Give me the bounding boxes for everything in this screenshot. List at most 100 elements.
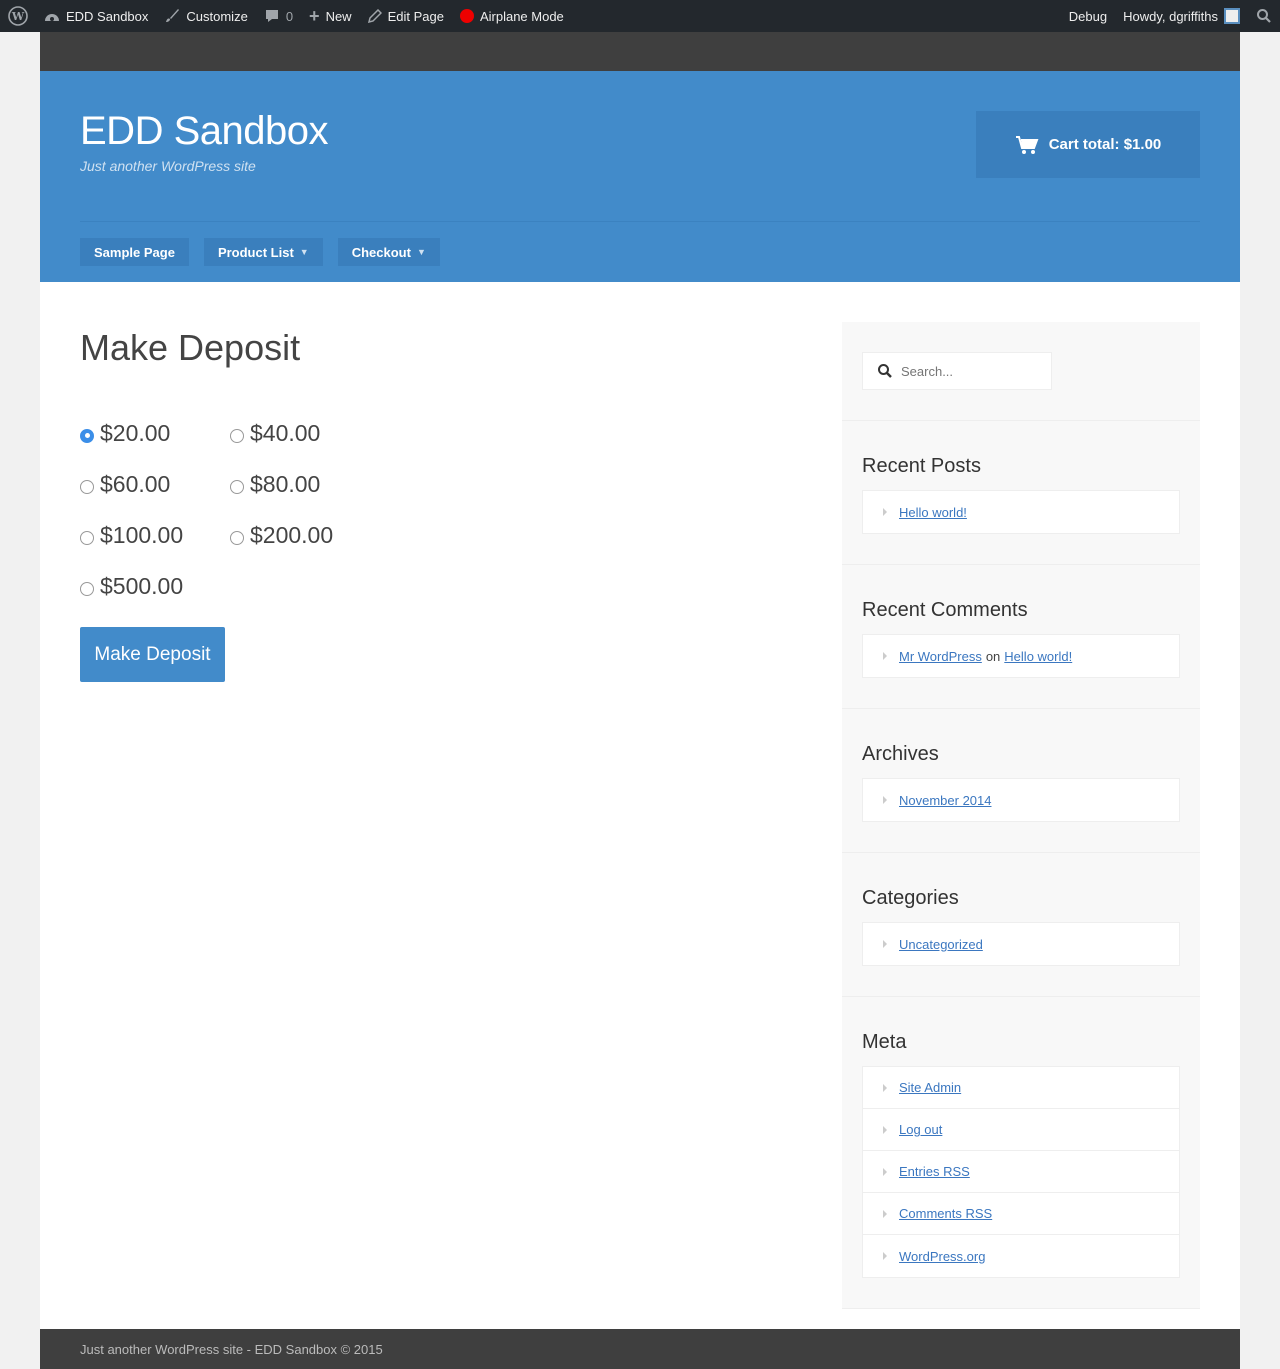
debug-button[interactable]: Debug — [1061, 0, 1115, 32]
widget-title: Meta — [862, 1031, 907, 1053]
customize-button[interactable]: Customize — [156, 0, 255, 32]
bullet-icon — [883, 1083, 887, 1092]
list-item: November 2014 — [863, 779, 1179, 821]
amount-option[interactable]: $60.00 — [80, 470, 230, 499]
archive-link[interactable]: November 2014 — [899, 793, 992, 808]
cart-icon — [1015, 135, 1039, 154]
new-label: New — [325, 8, 352, 24]
comments-rss-link[interactable]: Comments RSS — [899, 1206, 992, 1221]
list-item: Site Admin — [863, 1067, 1179, 1109]
amount-option[interactable]: $100.00 — [80, 521, 230, 550]
amount-radio[interactable] — [80, 479, 94, 494]
search-widget — [842, 322, 1200, 421]
amount-radio[interactable] — [230, 530, 244, 545]
header-divider — [80, 221, 1200, 222]
amount-label: $20.00 — [100, 420, 171, 446]
main-navigation: Sample Page Product List ▼ Checkout ▼ — [80, 238, 440, 266]
amount-radio[interactable] — [80, 428, 94, 443]
widget-title: Categories — [862, 887, 959, 909]
comment-icon — [264, 8, 280, 24]
amount-label: $80.00 — [250, 471, 321, 497]
pencil-icon — [367, 9, 382, 23]
nav-checkout[interactable]: Checkout ▼ — [337, 238, 440, 266]
search-icon — [1257, 9, 1271, 23]
site-title[interactable]: EDD Sandbox — [80, 109, 328, 154]
bullet-icon — [883, 652, 887, 660]
wordpress-icon: W — [8, 6, 28, 26]
recent-posts-list: Hello world! — [862, 490, 1180, 534]
howdy-label: Howdy, dgriffiths — [1123, 8, 1218, 24]
search-icon — [878, 364, 892, 378]
meta-widget: Meta Site Admin Log out Entries RSS Comm… — [842, 997, 1200, 1309]
nav-product-list[interactable]: Product List ▼ — [203, 238, 323, 266]
comments-button[interactable]: 0 — [256, 0, 301, 32]
page: EDD Sandbox Just another WordPress site … — [40, 32, 1240, 1369]
amount-radio[interactable] — [230, 428, 244, 443]
admin-search-button[interactable] — [1248, 0, 1280, 32]
amount-option[interactable]: $40.00 — [230, 419, 380, 448]
make-deposit-button[interactable]: Make Deposit — [80, 627, 225, 682]
airplane-mode-button[interactable]: Airplane Mode — [452, 0, 572, 32]
site-header: EDD Sandbox Just another WordPress site … — [40, 71, 1240, 282]
wordpress-logo-button[interactable]: W — [0, 0, 36, 32]
cart-total-button[interactable]: Cart total: $1.00 — [976, 111, 1200, 178]
log-out-link[interactable]: Log out — [899, 1122, 942, 1137]
entries-rss-link[interactable]: Entries RSS — [899, 1164, 970, 1179]
bullet-icon — [883, 796, 887, 804]
comment-count: 0 — [285, 8, 294, 24]
comment-author-link[interactable]: Mr WordPress — [899, 649, 982, 664]
wordpress-org-link[interactable]: WordPress.org — [899, 1249, 985, 1264]
search-box[interactable] — [862, 352, 1052, 390]
amount-radio[interactable] — [230, 479, 244, 494]
list-item: Entries RSS — [863, 1151, 1179, 1193]
airplane-mode-label: Airplane Mode — [479, 8, 564, 24]
cart-total-label: Cart total: $1.00 — [1048, 136, 1162, 153]
site-name: EDD Sandbox — [66, 8, 149, 24]
amount-option[interactable]: $80.00 — [230, 470, 380, 499]
amount-option[interactable]: $500.00 — [80, 572, 230, 601]
caret-down-icon: ▼ — [416, 247, 426, 257]
search-input[interactable] — [901, 363, 1041, 379]
amount-label: $500.00 — [100, 573, 184, 599]
meta-list: Site Admin Log out Entries RSS Comments … — [862, 1066, 1180, 1278]
recent-posts-widget: Recent Posts Hello world! — [842, 421, 1200, 565]
category-link[interactable]: Uncategorized — [899, 937, 983, 952]
widget-title: Recent Posts — [862, 455, 981, 477]
nav-label: Product List — [217, 244, 294, 260]
amount-option[interactable]: $200.00 — [230, 521, 380, 550]
brush-icon — [164, 8, 180, 24]
account-button[interactable]: Howdy, dgriffiths — [1115, 0, 1248, 32]
nav-sample-page[interactable]: Sample Page — [80, 238, 189, 266]
svg-text:W: W — [11, 10, 25, 23]
bullet-icon — [883, 940, 887, 948]
recent-comments-widget: Recent Comments Mr WordPress on Hello worl… — [842, 565, 1200, 709]
new-content-button[interactable]: + New — [301, 0, 360, 32]
edit-page-label: Edit Page — [387, 8, 444, 24]
bullet-icon — [883, 508, 887, 516]
bullet-icon — [883, 1167, 887, 1176]
list-item: Uncategorized — [863, 923, 1179, 965]
categories-list: Uncategorized — [862, 922, 1180, 966]
caret-down-icon: ▼ — [299, 247, 309, 257]
comment-post-link[interactable]: Hello world! — [1004, 649, 1072, 664]
amount-option[interactable]: $20.00 — [80, 419, 230, 448]
bullet-icon — [883, 1252, 887, 1260]
avatar — [1224, 8, 1240, 24]
main-content: Make Deposit $20.00 $40.00 $60.00 $80.00… — [80, 322, 780, 682]
edit-page-button[interactable]: Edit Page — [360, 0, 452, 32]
amount-label: $100.00 — [100, 522, 184, 548]
amount-radio[interactable] — [80, 530, 94, 545]
categories-widget: Categories Uncategorized — [842, 853, 1200, 997]
site-menu-button[interactable]: EDD Sandbox — [36, 0, 156, 32]
site-footer: Just another WordPress site - EDD Sandbo… — [40, 1329, 1240, 1369]
site-admin-link[interactable]: Site Admin — [899, 1080, 961, 1095]
top-strip — [40, 32, 1240, 71]
debug-label: Debug — [1068, 8, 1108, 24]
admin-bar: W EDD Sandbox Customize 0 + New Edit Pag… — [0, 0, 1280, 32]
dashboard-icon — [44, 9, 60, 23]
site-description: Just another WordPress site — [80, 158, 256, 174]
post-link[interactable]: Hello world! — [899, 505, 967, 520]
list-item: WordPress.org — [863, 1235, 1179, 1277]
bullet-icon — [883, 1125, 887, 1134]
amount-radio[interactable] — [80, 581, 94, 596]
